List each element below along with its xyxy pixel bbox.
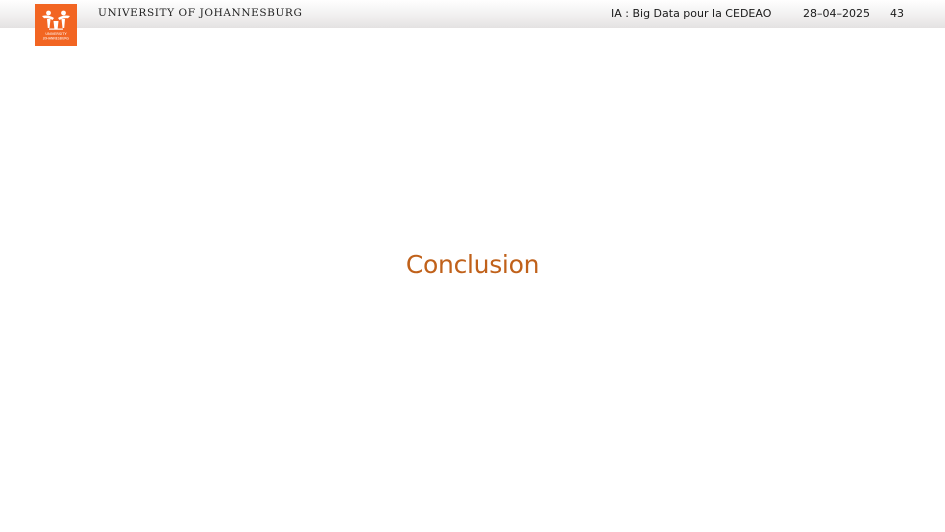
slide-header: UNIVERSITY OF JOHANNESBURG IA : Big Data… <box>0 0 945 28</box>
section-title: Conclusion <box>405 250 540 279</box>
logo-text-university: UNIVERSITY <box>45 32 67 36</box>
presentation-date: 28–04–2025 <box>803 7 870 20</box>
institution-name: UNIVERSITY OF JOHANNESBURG <box>98 7 303 19</box>
logo-text-johannesburg: JOHANNESBURG <box>42 37 70 41</box>
university-of-johannesburg-logo-icon: UNIVERSITY JOHANNESBURG <box>35 4 77 46</box>
presentation-title: IA : Big Data pour la CEDEAO <box>611 7 772 20</box>
page-number: 43 <box>890 7 904 20</box>
